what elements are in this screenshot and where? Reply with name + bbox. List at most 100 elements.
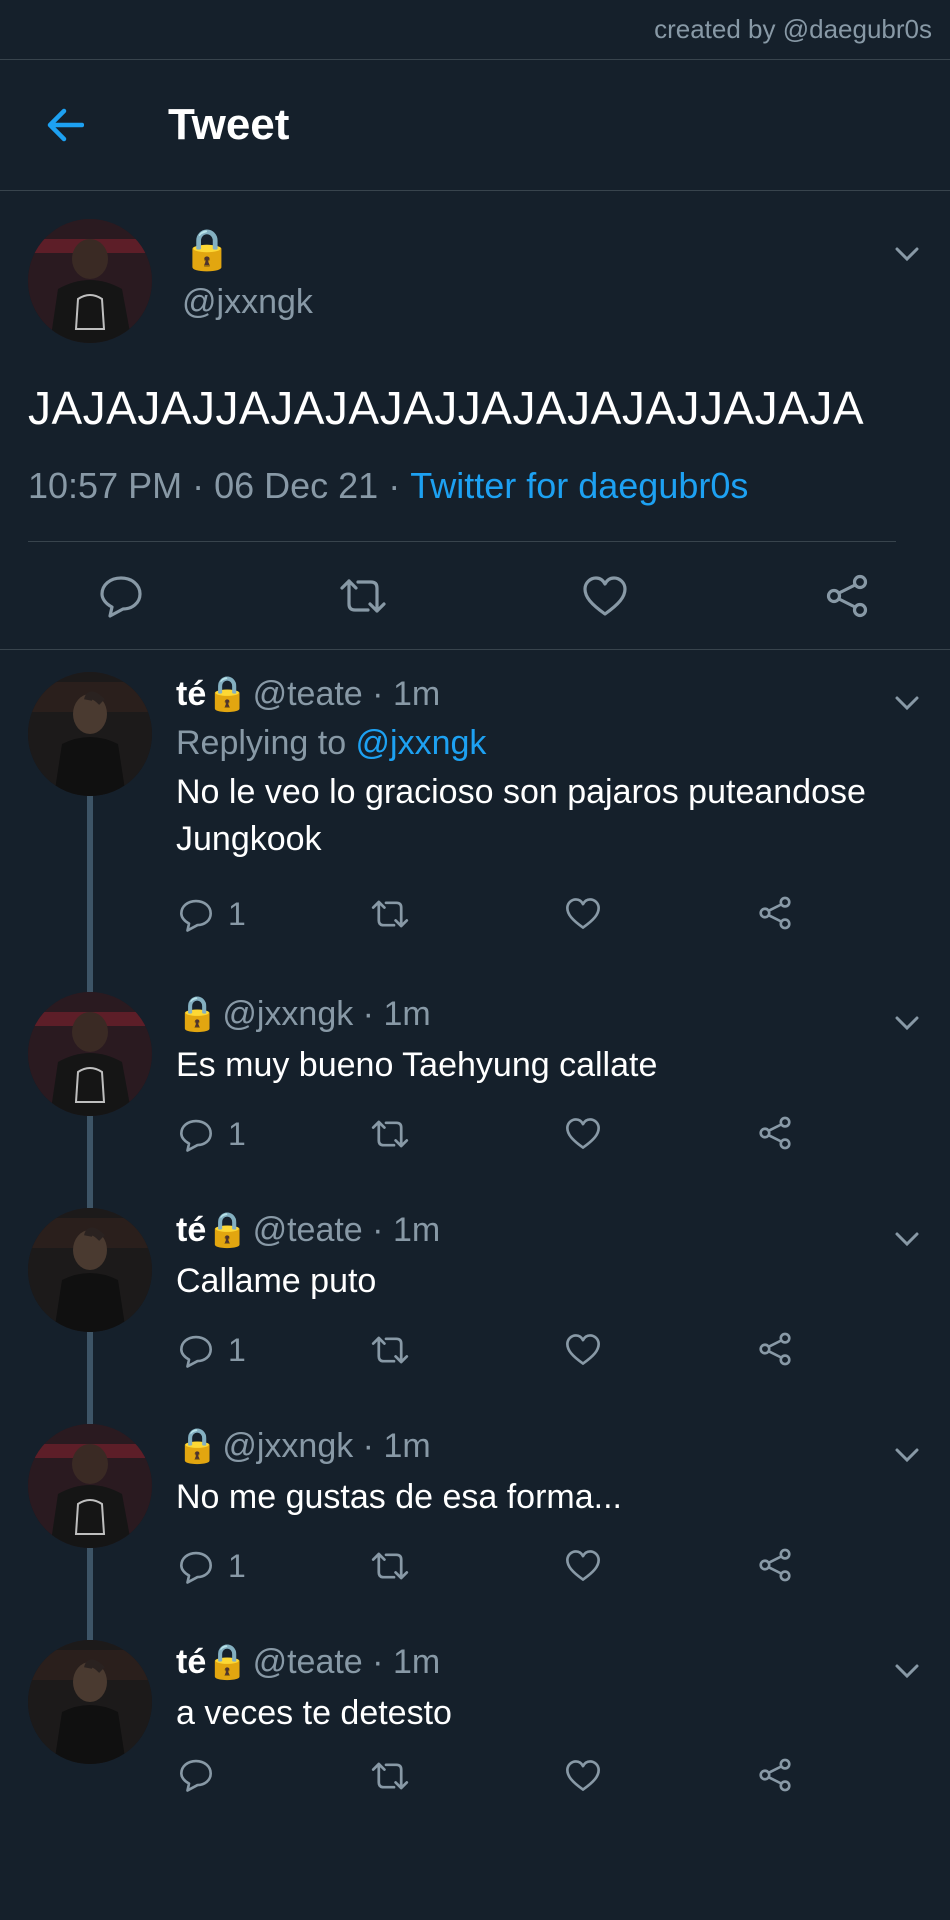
reply-text: Callame puto xyxy=(176,1262,377,1300)
heart-icon xyxy=(583,575,627,616)
avatar-image xyxy=(28,672,152,796)
tweet-meta: 10:57 PM · 06 Dec 21 · Twitter for daegu… xyxy=(28,465,922,507)
replying-prefix: Replying to xyxy=(176,724,356,762)
display-name[interactable]: té xyxy=(176,1643,206,1682)
display-name[interactable]: té xyxy=(176,675,206,714)
retweet-button[interactable] xyxy=(370,1118,410,1150)
share-icon xyxy=(759,1548,791,1582)
retweet-button[interactable] xyxy=(370,1550,410,1582)
chevron-down-icon xyxy=(895,1016,919,1031)
time-separator: · xyxy=(362,1210,393,1249)
like-button[interactable] xyxy=(565,1117,601,1150)
reply-tweet[interactable]: 🔒 @jxxngk · 1m Es muy bueno Taehyung calla… xyxy=(0,970,950,1208)
heart-icon xyxy=(566,898,600,929)
lock-emoji: 🔒 xyxy=(206,1211,249,1249)
reply-button[interactable]: 1 xyxy=(178,1116,246,1153)
retweet-button[interactable] xyxy=(338,571,388,621)
page-title: Tweet xyxy=(168,100,290,149)
reply-actions: 1 xyxy=(0,884,950,944)
reply-tweet[interactable]: té 🔒 @teate · 1m a veces te detesto xyxy=(0,1618,950,1828)
retweet-icon xyxy=(340,578,386,613)
share-button[interactable] xyxy=(757,1116,793,1150)
retweet-button[interactable] xyxy=(370,1334,410,1366)
author-handle[interactable]: @jxxngk xyxy=(222,995,353,1034)
tweet-menu-button[interactable] xyxy=(890,237,924,271)
reply-header: té 🔒 @teate · 1m xyxy=(176,672,922,716)
reply-button[interactable]: 1 xyxy=(178,896,246,933)
reply-icon xyxy=(100,575,142,618)
avatar-image xyxy=(28,219,152,343)
reply-tweet[interactable]: té 🔒 @teate · 1m Replying to @jxxngk No le v… xyxy=(0,650,950,992)
reply-actions xyxy=(0,1746,950,1806)
like-button[interactable] xyxy=(565,1333,601,1366)
avatar[interactable] xyxy=(28,1208,152,1332)
reply-tweet[interactable]: té 🔒 @teate · 1m Callame puto 1 xyxy=(0,1186,950,1424)
reply-button[interactable] xyxy=(178,1758,228,1792)
avatar-image xyxy=(28,992,152,1116)
author-handle[interactable]: @jxxngk xyxy=(182,283,313,322)
mention-link[interactable]: @jxxngk xyxy=(356,724,487,762)
retweet-button[interactable] xyxy=(370,898,410,930)
reply-text: Es muy bueno Taehyung callate xyxy=(176,1046,658,1084)
retweet-button[interactable] xyxy=(370,1760,410,1792)
reply-header: 🔒 @jxxngk · 1m xyxy=(176,1424,922,1468)
avatar[interactable] xyxy=(28,1424,152,1548)
share-icon xyxy=(759,1758,791,1792)
author-handle[interactable]: @teate xyxy=(253,675,363,714)
like-button[interactable] xyxy=(565,897,601,930)
share-icon xyxy=(759,1116,791,1150)
author-handle[interactable]: @teate xyxy=(253,1643,363,1682)
like-button[interactable] xyxy=(580,571,630,621)
share-button[interactable] xyxy=(757,1548,793,1582)
display-name[interactable]: té xyxy=(176,1211,206,1250)
chevron-down-icon xyxy=(895,1232,919,1247)
reply-actions: 1 xyxy=(0,1104,950,1164)
share-button[interactable] xyxy=(822,571,872,621)
tweet-menu-button[interactable] xyxy=(890,1222,924,1256)
time-separator: · xyxy=(362,1642,393,1681)
like-button[interactable] xyxy=(565,1759,601,1792)
reply-count: 1 xyxy=(228,896,246,932)
replying-to: Replying to @jxxngk xyxy=(176,724,922,763)
tweet-menu-button[interactable] xyxy=(890,1654,924,1688)
heart-icon xyxy=(566,1334,600,1365)
tweet-menu-button[interactable] xyxy=(890,1438,924,1472)
share-button[interactable] xyxy=(757,1332,793,1366)
share-button[interactable] xyxy=(757,896,793,930)
tweet-menu-button[interactable] xyxy=(890,686,924,720)
avatar[interactable] xyxy=(28,219,152,343)
reply-actions: 1 xyxy=(0,1320,950,1380)
retweet-icon xyxy=(371,900,409,928)
chevron-down-icon xyxy=(895,1664,919,1679)
avatar-image xyxy=(28,1424,152,1548)
back-button[interactable] xyxy=(24,85,104,165)
reply-count: 1 xyxy=(228,1548,246,1584)
tweet-menu-button[interactable] xyxy=(890,1006,924,1040)
lock-emoji: 🔒 xyxy=(176,995,219,1033)
reply-header: té 🔒 @teate · 1m xyxy=(176,1640,922,1684)
avatar[interactable] xyxy=(28,672,152,796)
lock-emoji: 🔒 xyxy=(176,1427,219,1465)
avatar-image xyxy=(28,1208,152,1332)
reply-icon xyxy=(180,1335,212,1368)
reply-text: No le veo lo gracioso son pajaros putean… xyxy=(176,773,866,858)
reply-actions: 1 xyxy=(0,1536,950,1596)
author-handle[interactable]: @jxxngk xyxy=(222,1427,353,1466)
reply-button[interactable] xyxy=(96,571,146,621)
author-handle[interactable]: @teate xyxy=(253,1211,363,1250)
avatar[interactable] xyxy=(28,992,152,1116)
tweet-source-link[interactable]: Twitter for daegubr0s xyxy=(410,465,748,507)
tweet-time: 10:57 PM xyxy=(28,465,183,506)
like-button[interactable] xyxy=(565,1549,601,1582)
meta-separator: · xyxy=(378,465,411,506)
credit-text: created by @daegubr0s xyxy=(0,0,950,60)
share-icon xyxy=(759,1332,791,1366)
reply-icon xyxy=(180,1119,212,1152)
share-button[interactable] xyxy=(757,1758,793,1792)
reply-button[interactable]: 1 xyxy=(178,1332,246,1369)
reply-count: 1 xyxy=(228,1332,246,1368)
reply-button[interactable]: 1 xyxy=(178,1548,246,1585)
time-separator: · xyxy=(362,674,393,713)
reply-tweet[interactable]: 🔒 @jxxngk · 1m No me gustas de esa forma..… xyxy=(0,1402,950,1640)
heart-icon xyxy=(566,1550,600,1581)
